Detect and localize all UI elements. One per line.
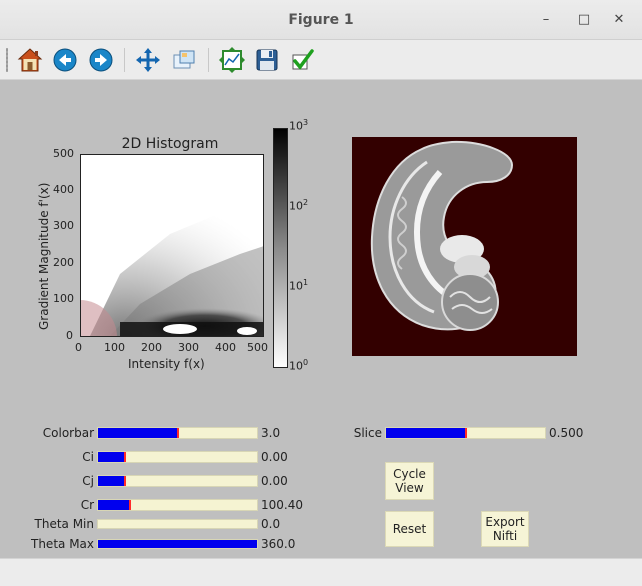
cj-slider[interactable] xyxy=(97,475,258,487)
slider-fill xyxy=(98,540,257,548)
slider-handle[interactable] xyxy=(124,476,127,486)
colorbar-tick-label: 100 xyxy=(289,358,309,373)
status-bar xyxy=(0,558,642,586)
forward-arrow-icon xyxy=(89,48,113,72)
slider-fill xyxy=(98,428,178,438)
x-tick-label: 200 xyxy=(141,341,162,354)
slider-label: Ci xyxy=(82,450,94,464)
slider-value: 0.00 xyxy=(261,450,288,464)
pan-move-icon xyxy=(136,48,160,72)
theta-min-slider[interactable] xyxy=(97,519,258,529)
y-tick-label: 100 xyxy=(53,292,74,305)
slider-handle[interactable] xyxy=(176,428,179,438)
colorbar-slider[interactable] xyxy=(97,427,258,439)
close-icon: ✕ xyxy=(613,12,625,27)
slider-value: 0.500 xyxy=(549,426,584,440)
edit-button[interactable] xyxy=(288,46,316,74)
slider-fill xyxy=(98,500,130,510)
maximize-icon: □ xyxy=(577,12,591,27)
colorbar-tick-label: 101 xyxy=(289,278,309,293)
slider-fill xyxy=(98,476,126,486)
y-tick-label: 400 xyxy=(53,183,74,196)
slider-handle[interactable] xyxy=(464,428,467,438)
colorbar-tick-label: 103 xyxy=(289,118,309,133)
export-nifti-button[interactable]: Export Nifti xyxy=(481,511,529,547)
ci-slider[interactable] xyxy=(97,451,258,463)
y-tick-label: 300 xyxy=(53,219,74,232)
x-tick-label: 100 xyxy=(104,341,125,354)
slider-fill xyxy=(386,428,466,438)
save-floppy-icon xyxy=(256,49,278,71)
theta-max-slider[interactable] xyxy=(97,539,258,549)
y-axis-label: Gradient Magnitude f'(x) xyxy=(37,182,51,330)
slice-slider[interactable] xyxy=(385,427,546,439)
x-tick-label: 300 xyxy=(178,341,199,354)
minimize-button[interactable]: – xyxy=(536,10,556,30)
reset-button[interactable]: Reset xyxy=(385,511,434,547)
save-button[interactable] xyxy=(253,46,281,74)
back-arrow-icon xyxy=(53,48,77,72)
button-label: Nifti xyxy=(492,529,518,543)
y-tick-label: 500 xyxy=(53,147,74,160)
slider-value: 0.00 xyxy=(261,474,288,488)
back-button[interactable] xyxy=(51,46,79,74)
title-bar: Figure 1 – □ ✕ xyxy=(0,0,642,40)
x-tick-label: 400 xyxy=(215,341,236,354)
histogram-title: 2D Histogram xyxy=(121,136,219,152)
y-tick-label: 200 xyxy=(53,256,74,269)
forward-button[interactable] xyxy=(87,46,115,74)
slider-value: 360.0 xyxy=(261,537,296,551)
slider-label: Colorbar xyxy=(42,426,94,440)
subplots-config-icon xyxy=(219,47,245,73)
brain-slice-view[interactable] xyxy=(352,137,577,356)
toolbar-separator xyxy=(208,48,209,72)
x-axis-label: Intensity f(x) xyxy=(128,357,205,371)
button-label: Cycle xyxy=(393,467,426,481)
slider-label: Cj xyxy=(82,474,94,488)
histogram-peak-2 xyxy=(237,327,257,335)
toolbar-separator xyxy=(124,48,125,72)
toolbar-grip[interactable] xyxy=(6,48,8,72)
histogram-peak-1 xyxy=(163,324,197,334)
colorbar xyxy=(273,128,288,368)
slider-fill xyxy=(98,452,126,462)
figure-window: Figure 1 – □ ✕ 2D Histogram 0 100 200 30… xyxy=(0,0,642,586)
x-tick-label: 0 xyxy=(75,341,82,354)
slider-label: Slice xyxy=(353,426,382,440)
slider-value: 0.0 xyxy=(261,517,281,531)
button-label: Export xyxy=(485,515,525,529)
navigation-toolbar xyxy=(0,40,642,80)
minimize-icon: – xyxy=(542,12,550,27)
slider-label: Theta Max xyxy=(31,537,94,551)
maximize-button[interactable]: □ xyxy=(574,10,594,30)
zoom-rectangle-icon xyxy=(173,50,195,69)
colorbar-tick-label: 102 xyxy=(289,198,309,213)
cr-slider[interactable] xyxy=(97,499,258,511)
checkmark-edit-icon xyxy=(292,49,314,70)
y-tick-label: 0 xyxy=(66,329,73,342)
slider-value: 100.40 xyxy=(261,498,303,512)
slider-handle[interactable] xyxy=(124,452,127,462)
cycle-view-button[interactable]: Cycle View xyxy=(385,462,434,500)
x-tick-label: 500 xyxy=(247,341,268,354)
home-icon xyxy=(17,48,43,72)
close-button[interactable]: ✕ xyxy=(609,10,629,30)
button-label: View xyxy=(395,481,424,495)
home-button[interactable] xyxy=(16,46,44,74)
slider-label: Theta Min xyxy=(34,517,94,531)
slider-label: Cr xyxy=(80,498,94,512)
button-label: Reset xyxy=(392,522,427,536)
subplots-button[interactable] xyxy=(218,46,246,74)
slider-value: 3.0 xyxy=(261,426,281,440)
pan-button[interactable] xyxy=(134,46,162,74)
slider-handle[interactable] xyxy=(128,500,131,510)
zoom-button[interactable] xyxy=(170,46,198,74)
histogram-axes[interactable] xyxy=(80,154,264,337)
